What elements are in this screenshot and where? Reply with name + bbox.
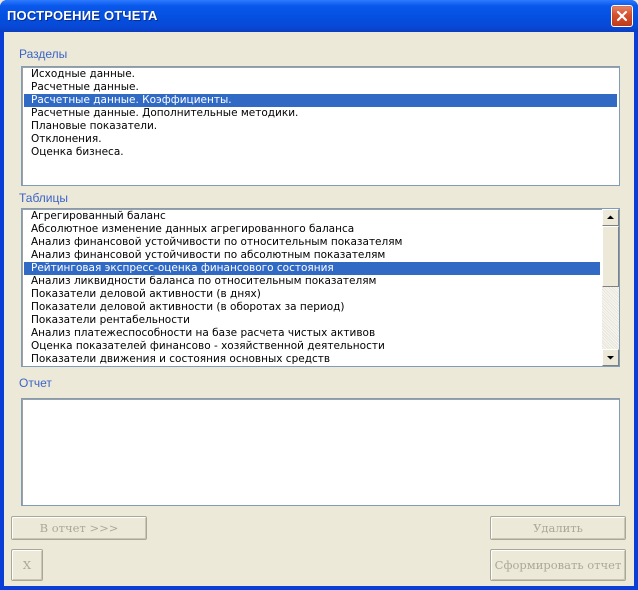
sections-list-item[interactable]: Плановые показатели. [24,120,617,133]
tables-label: Таблицы [19,191,69,205]
tables-list-item[interactable]: Анализ финансовой устойчивости по относи… [24,236,600,249]
sections-list-item[interactable]: Исходные данные. [24,68,617,81]
tables-list-item[interactable]: Анализ финансовой устойчивости по абсолю… [24,249,600,262]
report-builder-window: ПОСТРОЕНИЕ ОТЧЕТА Разделы Исходные данны… [0,0,638,590]
tables-listbox[interactable]: Агрегированный баланс Абсолютное изменени… [21,208,620,367]
title-bar[interactable]: ПОСТРОЕНИЕ ОТЧЕТА [0,0,638,32]
scroll-up-button[interactable] [602,209,619,226]
scroll-down-button[interactable] [602,349,619,366]
close-dialog-button[interactable]: X [11,549,43,581]
add-to-report-button[interactable]: В отчет >>> [11,516,147,540]
sections-list-item[interactable]: Оценка бизнеса. [24,146,617,159]
dialog-body: Разделы Исходные данные. Расчетные данные… [4,32,634,586]
tables-list-item[interactable]: Показатели деловой активности (в оборота… [24,301,600,314]
scroll-thumb[interactable] [602,226,619,287]
tables-list-item[interactable]: Агрегированный баланс [24,210,600,223]
tables-list-item[interactable]: Оценка показателей финансово - хозяйстве… [24,340,600,353]
generate-report-button[interactable]: Сформировать отчет [490,549,626,581]
window-bottom-border [0,586,638,590]
window-title: ПОСТРОЕНИЕ ОТЧЕТА [7,8,158,23]
tables-list-item[interactable]: Рейтинговая экспресс-оценка финансового … [24,262,600,275]
tables-list-item[interactable]: Анализ платежеспособности на базе расчет… [24,327,600,340]
tables-list-item[interactable]: Анализ ликвидности баланса по относитель… [24,275,600,288]
sections-list-item[interactable]: Отклонения. [24,133,617,146]
sections-list-item[interactable]: Расчетные данные. Дополнительные методик… [24,107,617,120]
report-listbox[interactable] [21,398,620,506]
tables-list-item[interactable]: Показатели рентабельности [24,314,600,327]
window-close-button[interactable] [611,5,633,27]
tables-scrollbar[interactable] [602,209,619,366]
tables-list-item[interactable]: Абсолютное изменение данных агрегированн… [24,223,600,236]
tables-list-item[interactable]: Показатели движения и состояния основных… [24,353,600,366]
sections-list-item[interactable]: Расчетные данные. Коэффициенты. [24,94,617,107]
sections-listbox[interactable]: Исходные данные. Расчетные данные. Расчетн… [21,66,620,186]
sections-list-item[interactable]: Расчетные данные. [24,81,617,94]
sections-label: Разделы [19,47,68,61]
report-label: Отчет [19,376,52,390]
tables-list-item[interactable]: Показатели деловой активности (в днях) [24,288,600,301]
delete-button[interactable]: Удалить [490,516,626,540]
